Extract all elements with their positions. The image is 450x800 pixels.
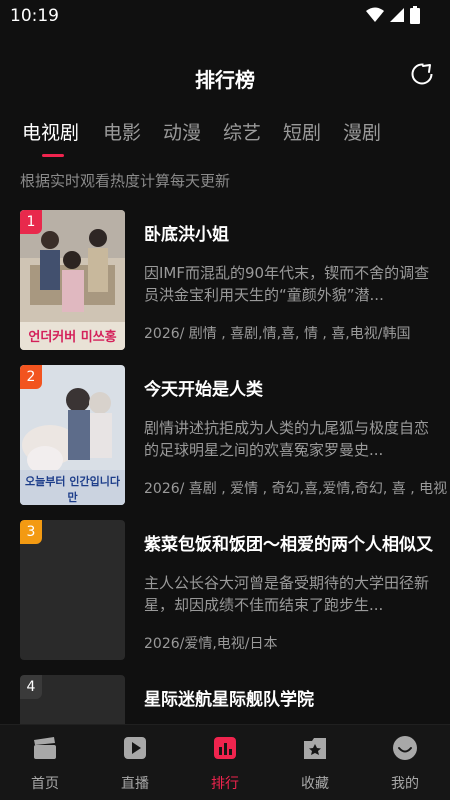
item-title: 今天开始是人类	[144, 380, 263, 400]
poster-title-text: 오늘부터 인간입니다만	[25, 475, 120, 504]
tab-movies[interactable]: 电影	[103, 118, 141, 145]
rank-badge: 3	[20, 520, 42, 544]
tab-anime[interactable]: 动漫	[163, 118, 201, 145]
poster-image[interactable]: 3	[20, 520, 125, 660]
tab-short-drama[interactable]: 短剧	[283, 118, 321, 145]
tab-comic-drama[interactable]: 漫剧	[343, 118, 381, 145]
wifi-icon	[366, 7, 384, 22]
item-description: 因IMF而混乱的90年代末，锲而不舍的调查员洪金宝利用天生的“童颜外貌”潜...	[144, 264, 430, 304]
nav-favorites[interactable]: 收藏	[270, 735, 360, 793]
item-description: 剧情讲述抗拒成为人类的九尾狐与极度自恋的足球明星之间的欢喜冤家罗曼史...	[144, 419, 430, 459]
poster-title-text: 언더커버 미쓰홍	[28, 330, 117, 345]
nav-home[interactable]: 首页	[0, 735, 90, 793]
tab-tv-series[interactable]: 电视剧	[22, 118, 79, 145]
smile-icon	[393, 736, 417, 760]
active-tab-indicator	[42, 154, 64, 157]
star-icon	[304, 738, 326, 759]
header: 排行榜	[0, 50, 450, 100]
ranking-description: 根据实时观看热度计算每天更新	[20, 172, 231, 190]
chart-icon	[214, 737, 236, 759]
nav-ranking[interactable]: 排行	[180, 735, 270, 793]
item-meta: 2026/ 剧情 , 喜剧,情,喜, 情 , 喜,电视/韩国	[144, 326, 411, 342]
category-tabs: 电视剧 电影 动漫 综艺 短剧 漫剧	[0, 118, 450, 158]
item-meta: 2026/ 喜剧 , 爱情 , 奇幻,喜,爱情,奇幻, 喜 , 电视	[144, 481, 448, 497]
page-title: 排行榜	[195, 68, 255, 92]
ranking-item[interactable]: 4 星际迷航星际舰队学院	[20, 675, 450, 725]
play-icon	[124, 737, 146, 759]
status-time: 10:19	[10, 6, 59, 26]
signal-icon	[390, 8, 404, 22]
item-title: 紫菜包饭和饭团～相爱的两个人相似又	[144, 535, 433, 555]
rank-badge: 2	[20, 365, 42, 389]
rank-badge: 1	[20, 210, 42, 234]
nav-live[interactable]: 直播	[90, 735, 180, 793]
bottom-navigation: 首页 直播 排行 收藏 我的	[0, 724, 450, 800]
item-title: 星际迷航星际舰队学院	[144, 690, 314, 710]
poster-image[interactable]: 오늘부터 인간입니다만 2	[20, 365, 125, 505]
item-title: 卧底洪小姐	[144, 225, 229, 245]
refresh-icon[interactable]	[410, 62, 434, 86]
ranking-item[interactable]: 언더커버 미쓰홍 1 卧底洪小姐 因IMF而混乱的90年代末，锲而不舍的调查员洪…	[20, 210, 450, 350]
battery-icon	[410, 6, 420, 24]
poster-image[interactable]: 4	[20, 675, 125, 725]
tab-variety[interactable]: 综艺	[223, 118, 261, 145]
ranking-item[interactable]: 3 紫菜包饭和饭团～相爱的两个人相似又 主人公长谷大河曾是备受期待的大学田径新星…	[20, 520, 450, 660]
rank-badge: 4	[20, 675, 42, 699]
status-bar: 10:19	[0, 0, 450, 32]
item-description: 主人公长谷大河曾是备受期待的大学田径新星，却因成绩不佳而结束了跑步生...	[144, 574, 430, 614]
item-meta: 2026/爱情,电视/日本	[144, 636, 278, 652]
poster-image[interactable]: 언더커버 미쓰홍 1	[20, 210, 125, 350]
ranking-item[interactable]: 오늘부터 인간입니다만 2 今天开始是人类 剧情讲述抗拒成为人类的九尾狐与极度自…	[20, 365, 450, 505]
nav-profile[interactable]: 我的	[360, 735, 450, 793]
clapperboard-icon	[34, 737, 56, 759]
